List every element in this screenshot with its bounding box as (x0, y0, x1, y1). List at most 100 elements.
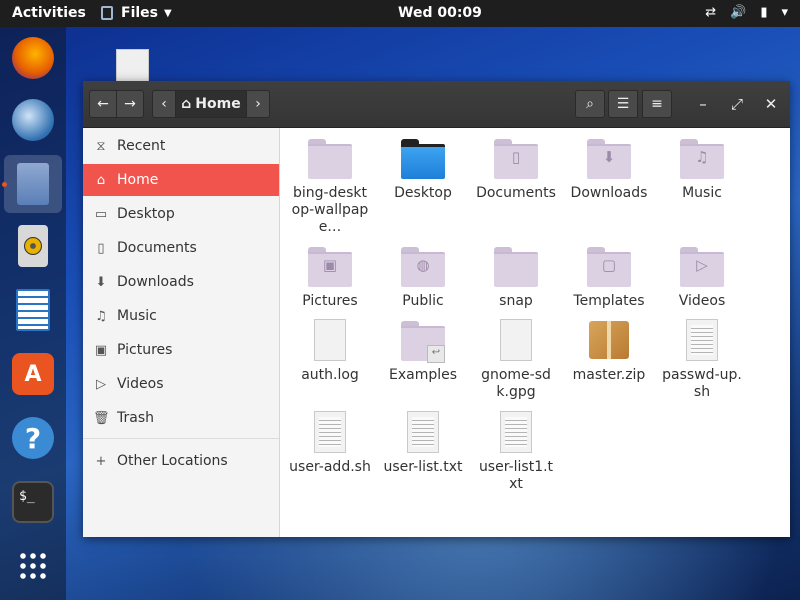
desktop-file-icon[interactable] (116, 49, 149, 83)
file-item-auth-log[interactable]: auth.log (285, 319, 375, 384)
desktop-folder-icon (401, 137, 445, 181)
sidebar-item-label: Music (117, 308, 157, 324)
speaker-icon (18, 225, 48, 267)
system-menu-icon[interactable]: ▾ (781, 5, 788, 20)
sidebar-item-label: Other Locations (117, 453, 228, 469)
view-toggle-button[interactable]: ☰ (608, 90, 638, 118)
sidebar-item-trash[interactable]: 🗑 Trash (83, 402, 279, 434)
dock-terminal[interactable]: $_ (4, 473, 62, 531)
sidebar-item-pictures[interactable]: ▣ Pictures (83, 334, 279, 366)
grid-icon (18, 551, 48, 581)
terminal-icon: $_ (12, 481, 54, 523)
file-item-downloads[interactable]: ⬇ Downloads (564, 137, 654, 202)
dock-firefox[interactable] (4, 29, 62, 87)
list-view-icon: ☰ (616, 96, 630, 112)
sidebar-item-documents[interactable]: ▯ Documents (83, 232, 279, 264)
network-icon[interactable]: ⇄ (705, 5, 716, 20)
dock-thunderbird[interactable] (4, 91, 62, 149)
file-item-examples[interactable]: ↩ Examples (378, 319, 468, 384)
file-item-user-add-sh[interactable]: user-add.sh (285, 411, 375, 476)
file-item-bing-desktop-wallpaper[interactable]: bing-desktop-wallpape… (285, 137, 375, 236)
file-name: Pictures (302, 293, 358, 309)
close-button[interactable]: ✕ (759, 90, 783, 118)
dock-show-applications[interactable] (4, 537, 62, 595)
music-folder-icon: ♫ (680, 137, 724, 181)
file-item-desktop[interactable]: Desktop (378, 137, 468, 202)
file-name: Public (402, 293, 444, 309)
file-item-public[interactable]: ◍ Public (378, 245, 468, 310)
file-cabinet-icon (17, 163, 49, 205)
file-name: Videos (678, 293, 726, 309)
sidebar-item-recent[interactable]: ⧖ Recent (83, 130, 279, 162)
dock-help[interactable]: ? (4, 409, 62, 467)
menu-button[interactable]: ≡ (642, 90, 672, 118)
file-item-user-list1-txt[interactable]: user-list1.txt (471, 411, 561, 493)
sidebar-item-label: Trash (117, 410, 154, 426)
file-name: Documents (476, 185, 556, 201)
dock-ubuntu-software[interactable]: A (4, 345, 62, 403)
script-file-icon (680, 319, 724, 363)
dock-libreoffice-writer[interactable] (4, 281, 62, 339)
home-icon: ⌂ (96, 172, 106, 188)
app-menu[interactable]: Files ▼ (101, 5, 172, 21)
places-sidebar: ⧖ Recent ⌂ Home ▭ Desktop ▯ Documents ⬇ Downl… (83, 128, 280, 537)
templates-folder-icon: ▢ (587, 245, 631, 289)
file-item-documents[interactable]: ▯ Documents (471, 137, 561, 202)
file-item-music[interactable]: ♫ Music (657, 137, 747, 202)
sidebar-item-videos[interactable]: ▷ Videos (83, 368, 279, 400)
path-scroll-right-button[interactable]: › (246, 90, 270, 118)
maximize-button[interactable]: ⤢ (725, 90, 749, 118)
app-menu-label: Files (121, 5, 158, 21)
sidebar-item-label: Pictures (117, 342, 173, 358)
music-note-icon: ♫ (95, 308, 107, 324)
file-item-videos[interactable]: ▷ Videos (657, 245, 747, 310)
file-name: bing-desktop-wallpape… (291, 185, 369, 235)
dock-rhythmbox[interactable] (4, 217, 62, 275)
folder-icon (494, 245, 538, 289)
file-name: user-add.sh (289, 459, 371, 475)
chevron-left-icon: ‹ (161, 96, 167, 112)
dock-files[interactable] (4, 155, 62, 213)
forward-button[interactable]: → (116, 90, 144, 118)
file-item-master-zip[interactable]: master.zip (564, 319, 654, 384)
back-button[interactable]: ← (89, 90, 117, 118)
minimize-button[interactable]: – (691, 90, 715, 118)
path-scroll-left-button[interactable]: ‹ (152, 90, 176, 118)
arrow-right-icon: → (124, 96, 136, 112)
search-button[interactable]: ⌕ (575, 90, 605, 118)
sidebar-item-label: Recent (117, 138, 166, 154)
volume-icon[interactable]: 🔊 (730, 5, 746, 20)
video-camera-icon: ▷ (96, 376, 106, 392)
maximize-icon: ⤢ (730, 95, 743, 113)
battery-icon[interactable]: ▮ (760, 5, 767, 20)
sidebar-item-downloads[interactable]: ⬇ Downloads (83, 266, 279, 298)
clock[interactable]: Wed 00:09 (398, 5, 482, 21)
archive-box-icon (587, 319, 631, 363)
desktop-icon: ▭ (94, 206, 108, 222)
file-item-templates[interactable]: ▢ Templates (564, 245, 654, 310)
sidebar-item-desktop[interactable]: ▭ Desktop (83, 198, 279, 230)
file-name: gnome-sdk.gpg (481, 367, 551, 400)
text-file-icon (494, 411, 538, 455)
file-item-gnome-sdk-gpg[interactable]: gnome-sdk.gpg (471, 319, 561, 401)
videos-folder-icon: ▷ (680, 245, 724, 289)
system-tray[interactable]: ⇄ 🔊 ▮ ▾ (705, 5, 788, 20)
sidebar-item-other-locations[interactable]: + Other Locations (83, 445, 279, 477)
file-item-user-list-txt[interactable]: user-list.txt (378, 411, 468, 476)
sidebar-item-home[interactable]: ⌂ Home (83, 164, 279, 196)
file-name: user-list.txt (383, 459, 463, 475)
path-home-button[interactable]: ⌂ Home (175, 90, 247, 118)
sidebar-item-music[interactable]: ♫ Music (83, 300, 279, 332)
file-item-passwd-up-sh[interactable]: passwd-up.sh (657, 319, 747, 401)
shopping-bag-icon: A (12, 353, 54, 395)
plus-icon: + (95, 453, 107, 469)
sidebar-item-label: Home (117, 172, 159, 188)
blank-file-icon (494, 319, 538, 363)
file-name: user-list1.txt (478, 459, 554, 492)
clock-icon: ⧖ (96, 138, 106, 154)
file-item-snap[interactable]: snap (471, 245, 561, 310)
file-item-pictures[interactable]: ▣ Pictures (285, 245, 375, 310)
chevron-down-icon: ▼ (164, 7, 172, 19)
activities-button[interactable]: Activities (12, 5, 86, 21)
pictures-folder-icon: ▣ (308, 245, 352, 289)
